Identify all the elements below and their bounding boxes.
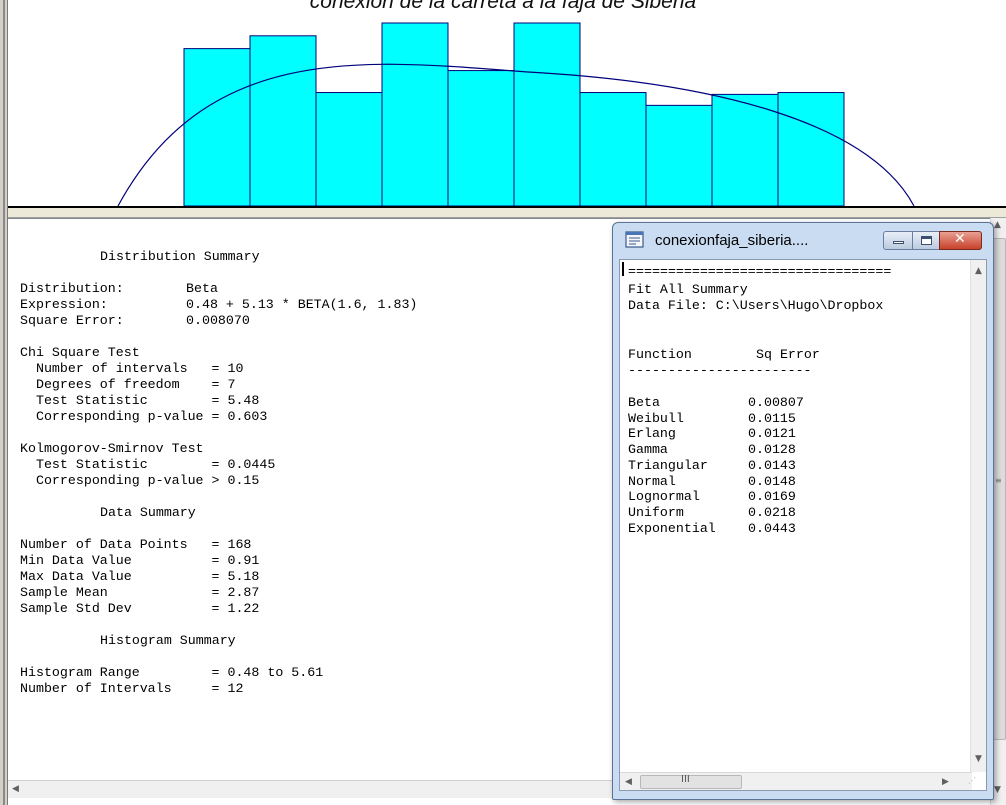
fit-row-sq-error: 0.0148 xyxy=(748,473,796,489)
window-title: conexionfaja_siberia.... xyxy=(655,232,809,249)
fit-row-function: Beta xyxy=(628,395,660,410)
scroll-up-arrow-icon[interactable]: ▲ xyxy=(975,266,982,276)
ks-heading: Kolmogorov-Smirnov Test xyxy=(20,441,204,456)
expression-label: Expression: xyxy=(20,297,108,312)
scroll-grip-icon: III xyxy=(681,774,690,785)
chi-square-heading: Chi Square Test xyxy=(20,345,140,360)
pane-splitter[interactable] xyxy=(8,208,1006,218)
histogram-range: Histogram Range = 0.48 to 5.61 xyxy=(20,665,324,680)
fit-row-function: Triangular xyxy=(628,457,708,473)
histogram-chart xyxy=(117,22,915,206)
ks-test-statistic: Test Statistic = 0.0445 xyxy=(20,457,276,472)
window-left-frame xyxy=(0,0,8,805)
separator-line: ================================= xyxy=(628,264,892,279)
text-cursor xyxy=(622,262,624,276)
maximize-button[interactable] xyxy=(912,231,940,250)
minimize-icon xyxy=(893,241,904,244)
fit-hscroll-thumb[interactable]: III xyxy=(640,774,742,789)
chart-title: conexion de la carreta a la faja de Sibe… xyxy=(309,0,697,13)
summary-vscroll-thumb[interactable] xyxy=(993,238,1006,740)
histogram-bar xyxy=(513,22,581,206)
fit-row-function: Erlang xyxy=(628,426,676,442)
data-summary-heading: Data Summary xyxy=(100,505,196,520)
fit-row-function: Lognormal xyxy=(628,489,700,505)
frame-line xyxy=(3,0,5,805)
fit-row-sq-error: 0.0121 xyxy=(748,426,796,442)
square-error-label: Square Error: xyxy=(20,313,124,328)
histogram-bar xyxy=(777,92,845,206)
fit-header: Fit All Summary xyxy=(628,282,748,297)
expression-value: 0.48 + 5.13 * BETA(1.6, 1.83) xyxy=(186,297,418,312)
fit-row-sq-error: 0.0128 xyxy=(748,442,796,458)
scroll-grip-icon: ≡ xyxy=(995,476,1002,485)
window-titlebar[interactable]: conexionfaja_siberia.... ✕ xyxy=(613,223,993,259)
min-data-value: Min Data Value = 0.91 xyxy=(20,553,260,568)
scroll-left-arrow-icon[interactable]: ◀ xyxy=(12,784,19,794)
chi-dof: Degrees of freedom = 7 xyxy=(20,377,236,392)
resize-grip-icon[interactable]: ⋰ xyxy=(968,776,976,785)
histogram-bar xyxy=(315,92,383,206)
number-of-intervals: Number of Intervals = 12 xyxy=(20,681,244,696)
fit-row-sq-error: 0.00807 xyxy=(748,395,804,410)
histogram-bar xyxy=(711,93,779,206)
chi-intervals: Number of intervals = 10 xyxy=(20,361,244,376)
fit-row-sq-error: 0.0169 xyxy=(748,489,796,505)
data-points: Number of Data Points = 168 xyxy=(20,537,252,552)
data-file-path: Data File: C:\Users\Hugo\Dropbox xyxy=(628,298,884,313)
histogram-bar xyxy=(183,48,251,206)
fit-row-function: Exponential xyxy=(628,520,716,536)
histogram-bar xyxy=(381,22,449,206)
column-function: Function xyxy=(628,347,692,362)
close-icon: ✕ xyxy=(954,231,966,247)
summary-heading: Distribution Summary xyxy=(100,249,260,264)
scroll-down-arrow-icon[interactable]: ▼ xyxy=(994,785,1001,795)
sample-std-dev: Sample Std Dev = 1.22 xyxy=(20,601,260,616)
histogram-bar xyxy=(447,70,515,206)
fit-horizontal-scrollbar[interactable]: ◀ III ▶ ⋰ xyxy=(620,772,976,790)
chi-p-value: Corresponding p-value = 0.603 xyxy=(20,409,268,424)
fit-summary-text-area[interactable]: ================================= Fit Al… xyxy=(619,259,987,791)
distribution-label: Distribution: xyxy=(20,281,124,296)
close-button[interactable]: ✕ xyxy=(939,231,982,250)
fit-row-sq-error: 0.0218 xyxy=(748,504,796,520)
fit-row-function: Weibull xyxy=(628,410,684,426)
maximize-icon xyxy=(921,236,932,245)
max-data-value: Max Data Value = 5.18 xyxy=(20,569,260,584)
minimize-button[interactable] xyxy=(883,231,913,250)
fit-row-function: Uniform xyxy=(628,504,684,520)
summary-horizontal-scrollbar[interactable]: ◀ xyxy=(8,780,612,798)
fit-row-function: Normal xyxy=(628,473,676,489)
fit-vertical-scrollbar[interactable]: ▲ ▼ xyxy=(970,260,986,772)
fit-row-function: Gamma xyxy=(628,442,668,458)
column-sq-error: Sq Error xyxy=(756,347,820,362)
fit-all-summary-window[interactable]: conexionfaja_siberia.... ✕ =============… xyxy=(612,222,994,800)
fit-row-sq-error: 0.0443 xyxy=(748,520,796,536)
fit-row-sq-error: 0.0143 xyxy=(748,457,796,473)
dash-line: ----------------------- xyxy=(628,363,812,378)
ks-p-value: Corresponding p-value > 0.15 xyxy=(20,473,260,488)
sample-mean: Sample Mean = 2.87 xyxy=(20,585,260,600)
scroll-up-arrow-icon[interactable]: ▲ xyxy=(994,220,1001,230)
scroll-left-arrow-icon[interactable]: ◀ xyxy=(625,777,632,787)
histogram-bar xyxy=(579,92,647,206)
scroll-down-arrow-icon[interactable]: ▼ xyxy=(975,754,982,764)
scroll-right-arrow-icon[interactable]: ▶ xyxy=(942,777,949,787)
histogram-bar xyxy=(645,104,713,206)
distribution-value: Beta xyxy=(186,281,218,296)
histogram-summary-heading: Histogram Summary xyxy=(100,633,236,648)
square-error-value: 0.008070 xyxy=(186,313,250,328)
histogram-pane xyxy=(8,0,1006,206)
fit-row-sq-error: 0.0115 xyxy=(748,410,796,426)
document-list-icon xyxy=(625,231,645,249)
chi-test-statistic: Test Statistic = 5.48 xyxy=(20,393,260,408)
histogram-bar xyxy=(249,35,317,206)
